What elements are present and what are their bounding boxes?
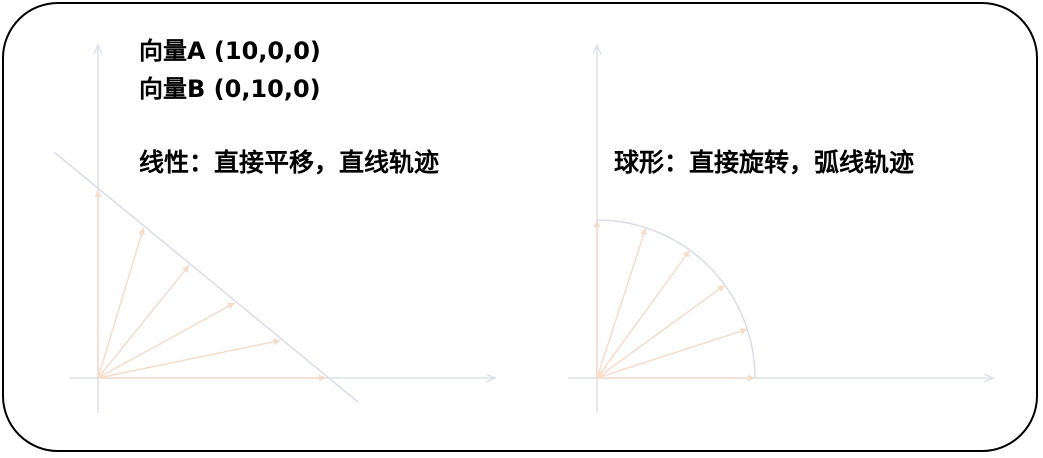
vector-a-label: 向量A (10,0,0) (139, 37, 321, 65)
linear-vector-3 (97, 264, 190, 379)
spherical-vector-4 (596, 227, 647, 379)
interpolation-diagram (53, 0, 1043, 413)
spherical-vector-3 (596, 249, 691, 379)
spherical-vectors (593, 220, 755, 382)
linear-vector-2 (97, 302, 236, 379)
spherical-panel (568, 46, 992, 413)
linear-vector-4 (97, 227, 145, 379)
spherical-vector-2 (596, 284, 726, 379)
linear-vectors (94, 190, 326, 382)
spherical-trajectory-arc (596, 219, 756, 379)
linear-caption: 线性：直接平移，直线轨迹 (139, 148, 440, 177)
spherical-caption: 球形：直接旋转，弧线轨迹 (614, 148, 915, 177)
vector-b-label: 向量B (0,10,0) (139, 75, 321, 103)
linear-vector-1 (97, 338, 281, 379)
linear-trajectory-line (53, 151, 359, 403)
spherical-vector-1 (596, 328, 748, 379)
